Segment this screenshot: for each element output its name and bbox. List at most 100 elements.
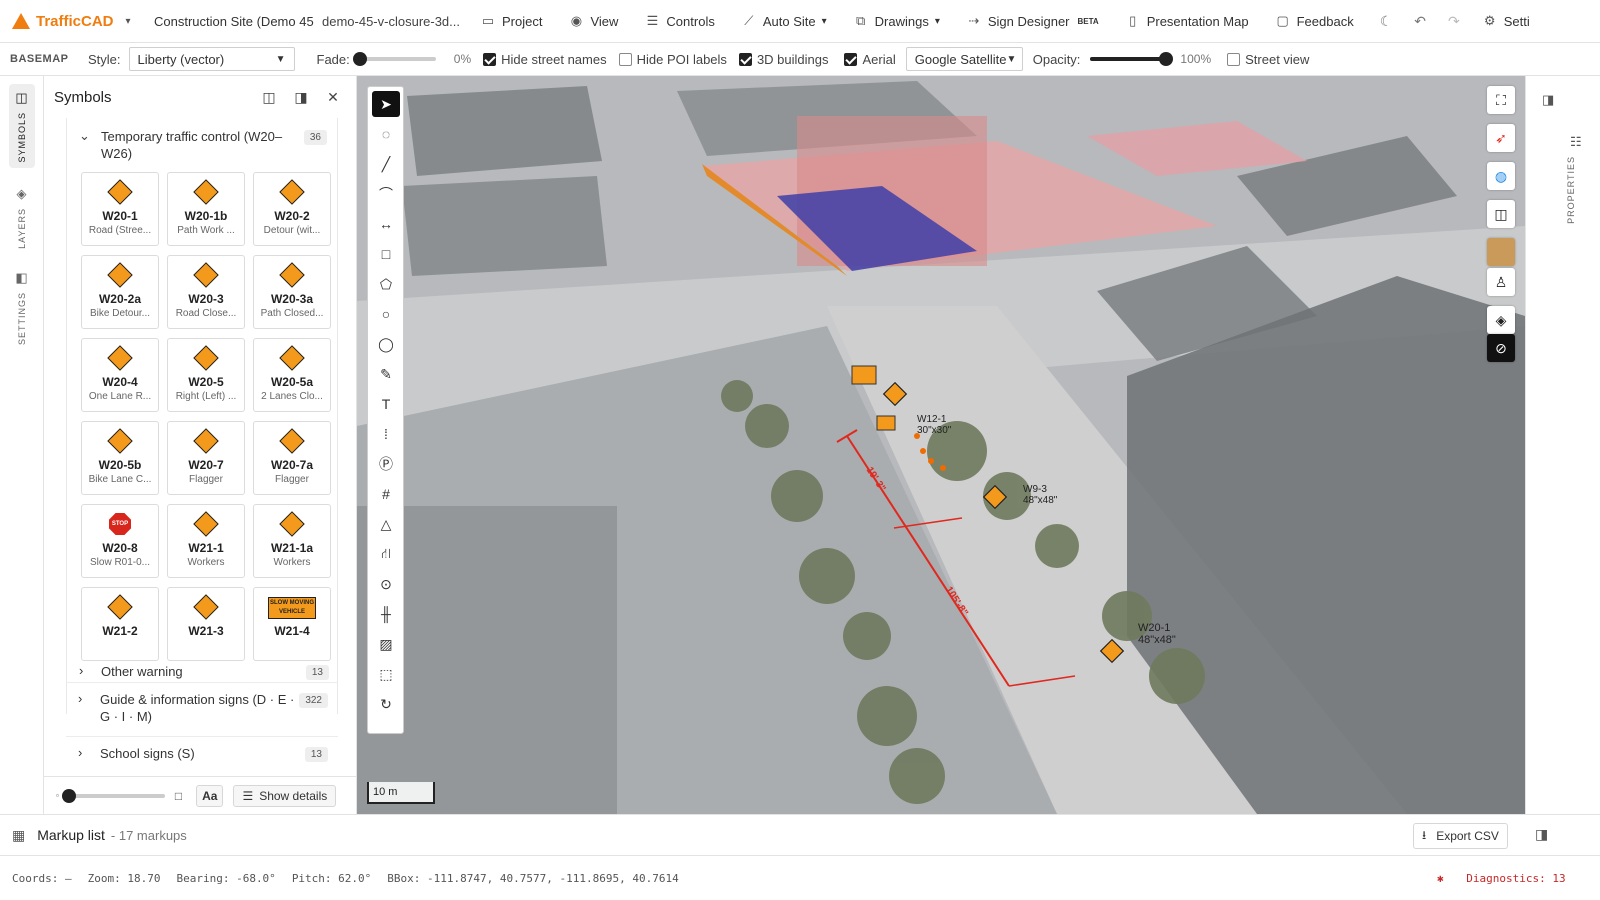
path-tool[interactable]: ⁞ xyxy=(372,421,400,447)
no-signs-icon[interactable]: ⊘ xyxy=(1487,334,1515,362)
rotate-tool[interactable]: ↻ xyxy=(372,691,400,717)
sign-card-w20-2a[interactable]: W20-2a Bike Detour... xyxy=(81,255,159,329)
dark-mode-icon[interactable]: ☾ xyxy=(1380,13,1393,30)
rectangle-tool[interactable]: □ xyxy=(372,241,400,267)
barrier-tool[interactable]: ⛙ xyxy=(372,541,400,567)
rail-layers[interactable]: ◈ LAYERS xyxy=(9,182,35,252)
text-tool[interactable]: T xyxy=(372,391,400,417)
markup-list-title[interactable]: Markup list xyxy=(37,827,105,843)
sign-card-w20-8[interactable]: STOP W20-8 Slow R01-0... xyxy=(81,504,159,578)
hide-poi-labels-toggle[interactable]: Hide POI labels xyxy=(618,52,727,67)
nav-project[interactable]: ▭ Project xyxy=(480,13,543,29)
project-slug[interactable]: demo-45-v-closure-3d... xyxy=(322,14,462,29)
nav-presentation-map[interactable]: ▯ Presentation Map xyxy=(1125,13,1248,29)
nav-feedback[interactable]: ▢ Feedback xyxy=(1275,13,1353,29)
select-tool[interactable]: ➤ xyxy=(372,91,400,117)
nav-controls[interactable]: ☰ Controls xyxy=(644,13,715,29)
map-canvas[interactable]: 19'-3" 105'-8" W12-1 30"x30" W9-3 48"x48" … xyxy=(357,76,1525,814)
export-csv-button[interactable]: ⭳ Export CSV xyxy=(1413,823,1508,849)
compass-icon[interactable]: ➶ xyxy=(1487,124,1515,152)
globe-icon[interactable]: ◍ xyxy=(1487,162,1515,190)
lasso-tool[interactable]: ◌ xyxy=(372,121,400,147)
area-select-tool[interactable]: ⬚ xyxy=(372,661,400,687)
collapse-panel-icon[interactable]: ◨ xyxy=(288,89,314,106)
brand-menu[interactable]: TrafficCAD ▾ xyxy=(0,13,140,30)
sign-card-w20-1[interactable]: W20-1 Road (Stree... xyxy=(81,172,159,246)
section-school-signs[interactable]: › School signs (S) 13 xyxy=(66,736,338,770)
hide-street-names-checkbox[interactable] xyxy=(483,52,497,66)
sign-card-w21-4[interactable]: SLOW MOVING VEHICLE W21-4 xyxy=(253,587,331,661)
close-icon[interactable]: ✕ xyxy=(320,89,346,106)
group-temporary-traffic-control[interactable]: ⌄ Temporary traffic control (W20–W26) 36 xyxy=(67,118,337,162)
sign-card-w20-3a[interactable]: W20-3a Path Closed... xyxy=(253,255,331,329)
aerial-toggle[interactable]: Aerial xyxy=(844,52,896,67)
aerial-thumbnail-icon[interactable] xyxy=(1487,238,1515,266)
properties-label[interactable]: PROPERTIES xyxy=(1566,156,1576,224)
map-sign-label-w9-3[interactable]: W9-3 48"x48" xyxy=(1023,484,1057,506)
symbol-size-slider[interactable] xyxy=(61,788,165,803)
vertex-tool[interactable]: △ xyxy=(372,511,400,537)
section-guide-information[interactable]: › Guide & information signs (D · E · G · … xyxy=(66,682,338,730)
sign-card-w20-2[interactable]: W20-2 Detour (wit... xyxy=(253,172,331,246)
3d-buildings-checkbox[interactable] xyxy=(738,52,752,66)
symbol-size-slider-knob[interactable] xyxy=(61,788,76,803)
measure-tool[interactable]: ↔ xyxy=(372,211,400,237)
font-size-button[interactable]: Aa xyxy=(196,784,224,807)
sign-card-w20-4[interactable]: W20-4 One Lane R... xyxy=(81,338,159,412)
show-details-button[interactable]: ☰ Show details xyxy=(233,784,337,807)
street-view-checkbox[interactable] xyxy=(1227,52,1241,66)
style-select[interactable]: Liberty (vector) ▼ xyxy=(128,47,295,71)
parking-tool[interactable]: Ⓟ xyxy=(372,451,400,477)
sign-card-w21-1[interactable]: W21-1 Workers xyxy=(167,504,245,578)
sign-card-w21-2[interactable]: W21-2 xyxy=(81,587,159,661)
nav-settings[interactable]: ⚙ Setti xyxy=(1482,13,1530,29)
map-sign-label-w20-1[interactable]: W20-1 48"x48" xyxy=(1138,622,1176,646)
redo-icon[interactable]: ↷ xyxy=(1448,13,1460,30)
pencil-tool[interactable]: ✎ xyxy=(372,361,400,387)
map-sign-label-w12-1[interactable]: W12-1 30"x30" xyxy=(917,414,951,436)
sign-card-w20-3[interactable]: W20-3 Road Close... xyxy=(167,255,245,329)
expand-panel-icon[interactable]: ◨ xyxy=(1535,826,1548,843)
nav-sign-designer[interactable]: ⇢ Sign Designer BETA xyxy=(966,13,1098,29)
collapse-right-icon[interactable]: ◨ xyxy=(1542,92,1554,108)
layers-icon[interactable]: ◈ xyxy=(1487,306,1515,334)
rail-settings[interactable]: ◧ SETTINGS xyxy=(9,266,35,346)
crosswalk-tool[interactable]: # xyxy=(372,481,400,507)
diagnostics-link[interactable]: ✱ Diagnostics: 13 xyxy=(1437,872,1582,885)
hide-street-names-toggle[interactable]: Hide street names xyxy=(483,52,607,67)
nav-drawings[interactable]: ⧉ Drawings ▾ xyxy=(853,13,940,29)
rail-tool[interactable]: ╫ xyxy=(372,601,400,627)
pegman-icon[interactable]: ♙ xyxy=(1487,268,1515,296)
curve-tool[interactable]: ⌒ xyxy=(372,181,400,207)
sign-card-w20-5a[interactable]: W20-5a 2 Lanes Clo... xyxy=(253,338,331,412)
aerial-checkbox[interactable] xyxy=(844,52,858,66)
sign-card-w20-7a[interactable]: W20-7a Flagger xyxy=(253,421,331,495)
undo-icon[interactable]: ↶ xyxy=(1414,13,1426,30)
target-tool[interactable]: ⊙ xyxy=(372,571,400,597)
fade-slider-knob[interactable] xyxy=(352,52,367,66)
sign-card-w20-5b[interactable]: W20-5b Bike Lane C... xyxy=(81,421,159,495)
sign-card-w20-1b[interactable]: W20-1b Path Work ... xyxy=(167,172,245,246)
nav-view[interactable]: ◉ View xyxy=(568,13,619,29)
circle-tool[interactable]: ○ xyxy=(372,301,400,327)
line-tool[interactable]: ╱ xyxy=(372,151,400,177)
polygon-tool[interactable]: ⬠ xyxy=(372,271,400,297)
dashed-circle-tool[interactable]: ◯ xyxy=(372,331,400,357)
opacity-slider-knob[interactable] xyxy=(1159,52,1174,66)
properties-icon[interactable]: ☷ xyxy=(1570,134,1582,150)
opacity-slider[interactable] xyxy=(1090,52,1174,66)
3d-buildings-toggle[interactable]: 3D buildings xyxy=(738,52,828,67)
street-view-toggle[interactable]: Street view xyxy=(1227,52,1309,67)
fullscreen-icon[interactable]: ⛶ xyxy=(1487,86,1515,114)
rail-symbols[interactable]: ◫ SYMBOLS xyxy=(9,84,35,168)
sign-card-w21-3[interactable]: W21-3 xyxy=(167,587,245,661)
nav-auto-site[interactable]: ⟋ Auto Site ▾ xyxy=(741,13,826,29)
sign-card-w20-7[interactable]: W20-7 Flagger xyxy=(167,421,245,495)
aerial-source-select[interactable]: Google Satellite ▼ xyxy=(905,47,1023,71)
fade-slider[interactable] xyxy=(352,52,436,66)
symbols-list[interactable]: ⌄ Temporary traffic control (W20–W26) 36… xyxy=(66,118,338,714)
hatch-tool[interactable]: ▨ xyxy=(372,631,400,657)
compare-icon[interactable]: ◫ xyxy=(1487,200,1515,228)
hide-poi-labels-checkbox[interactable] xyxy=(618,52,632,66)
project-title[interactable]: Construction Site (Demo 45 xyxy=(154,14,322,29)
